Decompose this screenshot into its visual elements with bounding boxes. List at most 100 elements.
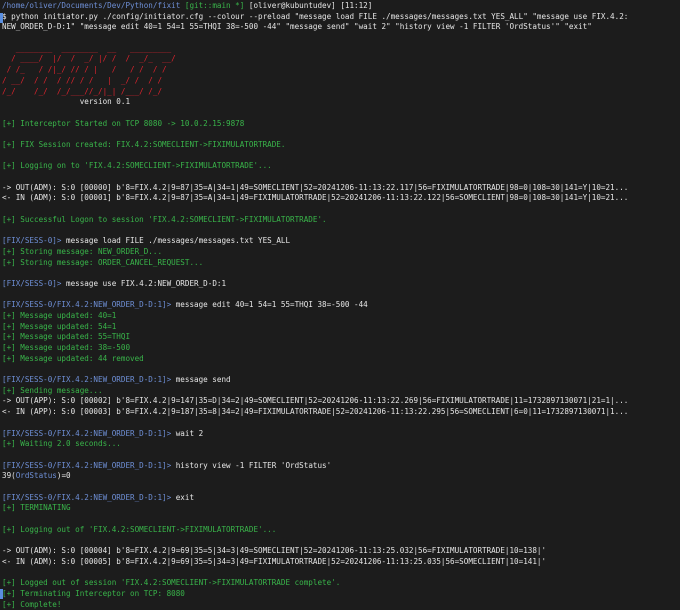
terminal-line: [+] Storing message: ORDER_CANCEL_REQUES… [2, 258, 680, 269]
terminal-text-segment: [FIX/SESS-0/FIX.4.2:NEW_ORDER_D-D:1]> [2, 493, 176, 502]
terminal-text-segment: [FIX/SESS-0/FIX.4.2:NEW_ORDER_D-D:1]> [2, 300, 176, 309]
terminal-text-segment: /_/ /_/ /_/___//_/|_| /___/ /_/ [2, 87, 162, 96]
terminal-line: [+] Logged out of session 'FIX.4.2:SOMEC… [2, 578, 680, 589]
terminal-line: [+] Successful Logon to session 'FIX.4.2… [2, 215, 680, 226]
terminal-line [2, 129, 680, 140]
terminal-line: / /_ / /|_/ // / | / / / / / [2, 65, 680, 76]
terminal-line: [+] Message updated: 44 removed [2, 354, 680, 365]
terminal-text-segment: [+] TERMINATING [2, 503, 71, 512]
terminal-line [2, 268, 680, 279]
terminal-text-segment: [+] Message updated: 55=THQI [2, 332, 130, 341]
terminal-text-segment: history view -1 FILTER 'OrdStatus' [176, 461, 331, 470]
terminal-text-segment: )=0 [57, 471, 71, 480]
terminal-text-segment: [+] Storing message: NEW_ORDER_D... [2, 247, 162, 256]
terminal-text-segment: [+] Logging on to 'FIX.4.2:SOMECLIENT->F… [2, 161, 272, 170]
terminal-text-segment: message edit 40=1 54=1 55=THQI 38=-500 -… [176, 300, 368, 309]
terminal-text-segment: ________ ________ __ _________ [2, 44, 171, 53]
terminal-text-segment: NEW_ORDER_D-D:1" "message edit 40=1 54=1… [2, 22, 592, 31]
terminal-line: [+] TERMINATING [2, 503, 680, 514]
terminal-line: / __/ / / / // / / | _/ / / / [2, 76, 680, 87]
terminal-line [2, 108, 680, 119]
terminal-line [2, 204, 680, 215]
terminal-line: [+] Message updated: 54=1 [2, 322, 680, 333]
terminal-text-segment: [FIX/SESS-0]> [2, 236, 66, 245]
terminal-line: [+] Sending message... [2, 386, 680, 397]
terminal-line [2, 364, 680, 375]
terminal-line: 39(OrdStatus)=0 [2, 471, 680, 482]
terminal-line: [FIX/SESS-0/FIX.4.2:NEW_ORDER_D-D:1]> hi… [2, 461, 680, 472]
cursor-marker [0, 589, 3, 599]
terminal-text-segment: [oliver@kubuntudev] [11:12] [249, 1, 372, 10]
terminal-text-segment: exit [176, 493, 194, 502]
terminal-text-segment: <- IN (APP): S:0 [00003] b'8=FIX.4.2|9=1… [2, 407, 628, 416]
terminal-text-segment: [+] Successful Logon to session 'FIX.4.2… [2, 215, 327, 224]
terminal-text-segment: <- IN (ADM): S:0 [00001] b'8=FIX.4.2|9=8… [2, 193, 628, 202]
terminal-line [2, 535, 680, 546]
terminal-line [2, 172, 680, 183]
terminal-line: [+] Message updated: 38=-500 [2, 343, 680, 354]
terminal-line: -> OUT(ADM): S:0 [00004] b'8=FIX.4.2|9=6… [2, 546, 680, 557]
terminal-line: version 0.1 [2, 97, 680, 108]
terminal-line: -> OUT(APP): S:0 [00002] b'8=FIX.4.2|9=1… [2, 396, 680, 407]
terminal-line [2, 290, 680, 301]
cursor-marker [0, 13, 3, 23]
terminal-text-segment: [+] Message updated: 44 removed [2, 354, 144, 363]
terminal-line [2, 450, 680, 461]
terminal-text-segment: [+] Interceptor Started on TCP 8080 -> 1… [2, 119, 244, 128]
terminal-line: [+] Waiting 2.0 seconds... [2, 439, 680, 450]
terminal-text-segment: [FIX/SESS-0]> [2, 279, 66, 288]
terminal-text-segment: [+] Terminating Interceptor on TCP: 8080 [2, 589, 185, 598]
terminal-line: [+] Message updated: 55=THQI [2, 332, 680, 343]
terminal-line: [FIX/SESS-0/FIX.4.2:NEW_ORDER_D-D:1]> wa… [2, 429, 680, 440]
terminal-line: [+] Interceptor Started on TCP 8080 -> 1… [2, 119, 680, 130]
terminal-text-segment: wait 2 [176, 429, 203, 438]
terminal-line: [+] Terminating Interceptor on TCP: 8080 [2, 589, 680, 600]
terminal-line: [FIX/SESS-0/FIX.4.2:NEW_ORDER_D-D:1]> me… [2, 375, 680, 386]
terminal-line: [+] Message updated: 40=1 [2, 311, 680, 322]
terminal-line: [FIX/SESS-0]> message use FIX.4.2:NEW_OR… [2, 279, 680, 290]
terminal-line: [FIX/SESS-0/FIX.4.2:NEW_ORDER_D-D:1]> ex… [2, 493, 680, 504]
terminal-text-segment: [+] Complete! [2, 600, 61, 609]
terminal-line: / ____/ |/ / _/ |/ / / _/_ __/ [2, 54, 680, 65]
terminal-text-segment: message use FIX.4.2:NEW_ORDER_D-D:1 [66, 279, 226, 288]
terminal-line: [+] Logging out of 'FIX.4.2:SOMECLIENT->… [2, 525, 680, 536]
terminal-text-segment: -> OUT(ADM): S:0 [00004] b'8=FIX.4.2|9=6… [2, 546, 546, 555]
terminal-output: /home/oliver/Documents/Dev/Python/fixit … [2, 1, 680, 610]
terminal-text-segment: [FIX/SESS-0/FIX.4.2:NEW_ORDER_D-D:1]> [2, 375, 176, 384]
terminal-line [2, 567, 680, 578]
terminal-text-segment: / /_ / /|_/ // / | / / / / / [2, 65, 167, 74]
terminal-line: <- IN (ADM): S:0 [00005] b'8=FIX.4.2|9=6… [2, 557, 680, 568]
terminal-line [2, 225, 680, 236]
terminal-line [2, 482, 680, 493]
terminal-text-segment: <- IN (ADM): S:0 [00005] b'8=FIX.4.2|9=6… [2, 557, 546, 566]
terminal-text-segment: [+] Message updated: 54=1 [2, 322, 116, 331]
terminal-text-segment: /home/oliver/Documents/Dev/Python/fixit [2, 1, 180, 10]
terminal-line: [+] Logging on to 'FIX.4.2:SOMECLIENT->F… [2, 161, 680, 172]
terminal-text-segment: message load FILE ./messages/messages.tx… [66, 236, 290, 245]
terminal-text-segment: -> OUT(APP): S:0 [00002] b'8=FIX.4.2|9=1… [2, 396, 628, 405]
terminal-line: -> OUT(ADM): S:0 [00000] b'8=FIX.4.2|9=8… [2, 183, 680, 194]
terminal-line: [+] FIX Session created: FIX.4.2:SOMECLI… [2, 140, 680, 151]
terminal-text-segment: / __/ / / / // / / | _/ / / / [2, 76, 162, 85]
terminal-text-segment: [FIX/SESS-0/FIX.4.2:NEW_ORDER_D-D:1]> [2, 461, 176, 470]
terminal-line: [+] Storing message: NEW_ORDER_D... [2, 247, 680, 258]
terminal-text-segment: [+] Waiting 2.0 seconds... [2, 439, 121, 448]
terminal-line [2, 151, 680, 162]
terminal-text-segment: [+] Message updated: 40=1 [2, 311, 116, 320]
terminal-text-segment: 39( [2, 471, 16, 480]
terminal-text-segment: / ____/ |/ / _/ |/ / / _/_ __/ [2, 54, 176, 63]
terminal-line: [+] Complete! [2, 600, 680, 610]
terminal-text-segment: [+] Sending message... [2, 386, 103, 395]
terminal-text-segment: OrdStatus [16, 471, 57, 480]
terminal-line: /_/ /_/ /_/___//_/|_| /___/ /_/ [2, 87, 680, 98]
terminal-text-segment: $ python initiator.py ./config/initiator… [2, 12, 628, 21]
terminal-text-segment: [+] Message updated: 38=-500 [2, 343, 130, 352]
terminal-line: <- IN (ADM): S:0 [00001] b'8=FIX.4.2|9=8… [2, 193, 680, 204]
terminal-line: ________ ________ __ _________ [2, 44, 680, 55]
terminal-text-segment: [FIX/SESS-0/FIX.4.2:NEW_ORDER_D-D:1]> [2, 429, 176, 438]
terminal-line: NEW_ORDER_D-D:1" "message edit 40=1 54=1… [2, 22, 680, 33]
terminal-line: <- IN (APP): S:0 [00003] b'8=FIX.4.2|9=1… [2, 407, 680, 418]
terminal-text-segment: [+] FIX Session created: FIX.4.2:SOMECLI… [2, 140, 285, 149]
terminal-text-segment: [+] Storing message: ORDER_CANCEL_REQUES… [2, 258, 203, 267]
terminal-window[interactable]: /home/oliver/Documents/Dev/Python/fixit … [0, 0, 680, 599]
